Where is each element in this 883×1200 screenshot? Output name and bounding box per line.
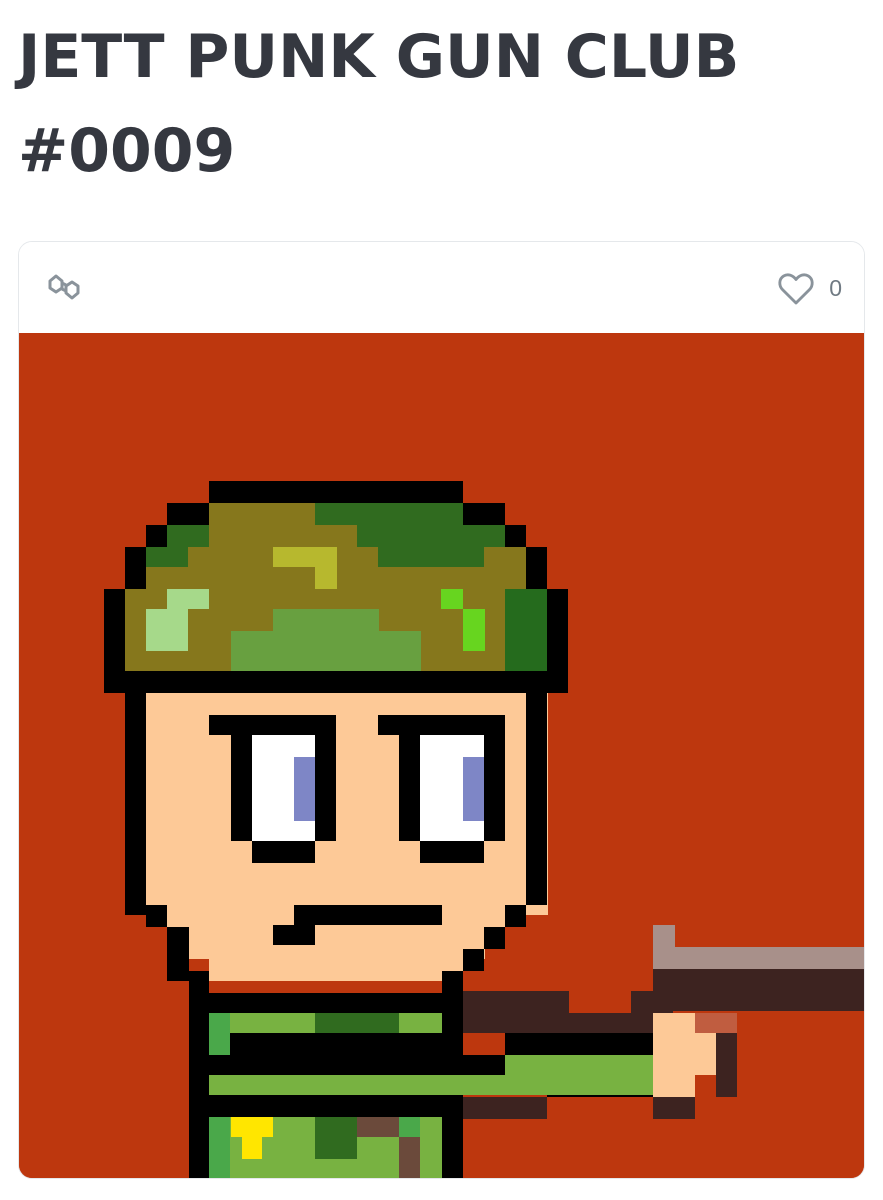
item-title-name: JETT PUNK GUN CLUB	[18, 22, 740, 92]
pixel-art-soldier-image	[19, 333, 864, 1178]
item-title-number: #0009	[18, 116, 236, 186]
heart-icon	[778, 273, 814, 305]
favorite-count: 0	[829, 274, 842, 301]
favorite-button[interactable]: 0	[777, 268, 842, 308]
asset-card: 0	[18, 241, 865, 1179]
polygon-chain-icon[interactable]	[47, 272, 81, 302]
asset-image[interactable]	[19, 333, 864, 1178]
asset-card-header: 0	[19, 242, 864, 333]
item-title: JETT PUNK GUN CLUB #0009	[18, 10, 868, 198]
